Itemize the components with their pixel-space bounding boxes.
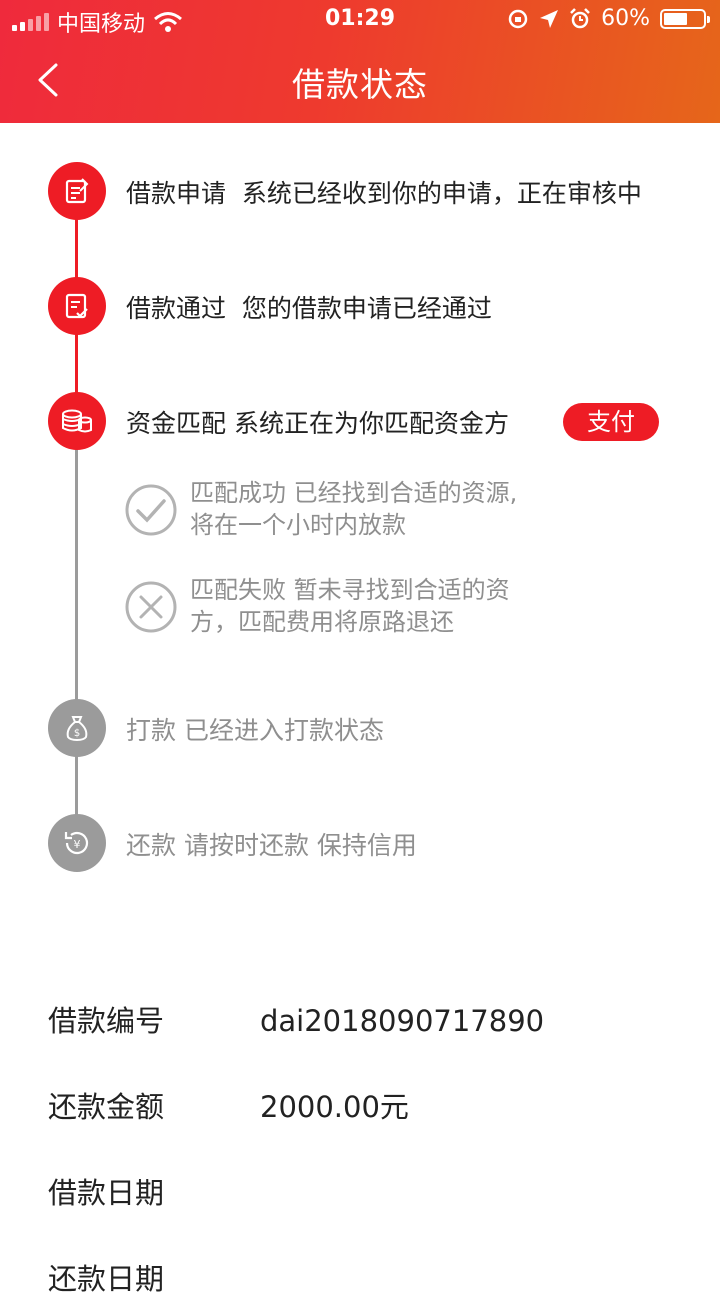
timeline-connector: [75, 448, 78, 700]
step-text: 借款申请 系统已经收到你的申请，正在审核中: [126, 179, 642, 208]
match-fail-text: 匹配失败 暂未寻找到合适的资 方，匹配费用将原路退还: [190, 576, 510, 636]
coin-stack-icon: [48, 392, 106, 450]
location-arrow-icon: [540, 9, 559, 28]
orientation-lock-icon: [508, 9, 528, 28]
page-title: 借款状态: [292, 65, 428, 104]
pay-button[interactable]: 支付: [563, 403, 659, 441]
info-row-loan-id: 借款编号 dai2018090717890: [48, 998, 544, 1040]
info-label: 还款日期: [48, 1262, 165, 1296]
info-row-repay-amount: 还款金额 2000.00元: [48, 1084, 409, 1126]
svg-text:¥: ¥: [74, 838, 81, 851]
svg-text:$: $: [74, 728, 80, 739]
timeline-connector: [75, 755, 78, 815]
status-bar: 中国移动 01:29 60%: [0, 0, 720, 40]
application-form-icon: [48, 162, 106, 220]
info-row-repay-date: 还款日期: [48, 1256, 260, 1298]
repay-yuan-icon: ¥: [48, 814, 106, 872]
battery-percent: 60%: [601, 6, 650, 31]
info-row-loan-date: 借款日期: [48, 1170, 260, 1212]
step-text: 还款 请按时还款 保持信用: [126, 831, 417, 860]
app-header: 中国移动 01:29 60% 借款状态: [0, 0, 720, 123]
info-value: dai2018090717890: [260, 1004, 545, 1038]
step-text: 打款 已经进入打款状态: [126, 716, 384, 745]
match-success-text: 匹配成功 已经找到合适的资源, 将在一个小时内放款: [190, 479, 518, 539]
step-text: 借款通过 您的借款申请已经通过: [126, 294, 492, 323]
approved-document-icon: [48, 277, 106, 335]
timeline-connector: [75, 218, 78, 278]
info-label: 还款金额: [48, 1090, 165, 1124]
money-bag-icon: $: [48, 699, 106, 757]
alarm-clock-icon: [570, 7, 590, 28]
check-circle-icon: [125, 484, 177, 536]
info-label: 借款日期: [48, 1176, 165, 1210]
timeline-connector: [75, 333, 78, 393]
step-text: 资金匹配 系统正在为你匹配资金方: [126, 409, 509, 438]
cross-circle-icon: [125, 581, 177, 633]
battery-icon: [660, 8, 710, 29]
info-value: 2000.00元: [260, 1090, 409, 1124]
info-label: 借款编号: [48, 1004, 165, 1038]
